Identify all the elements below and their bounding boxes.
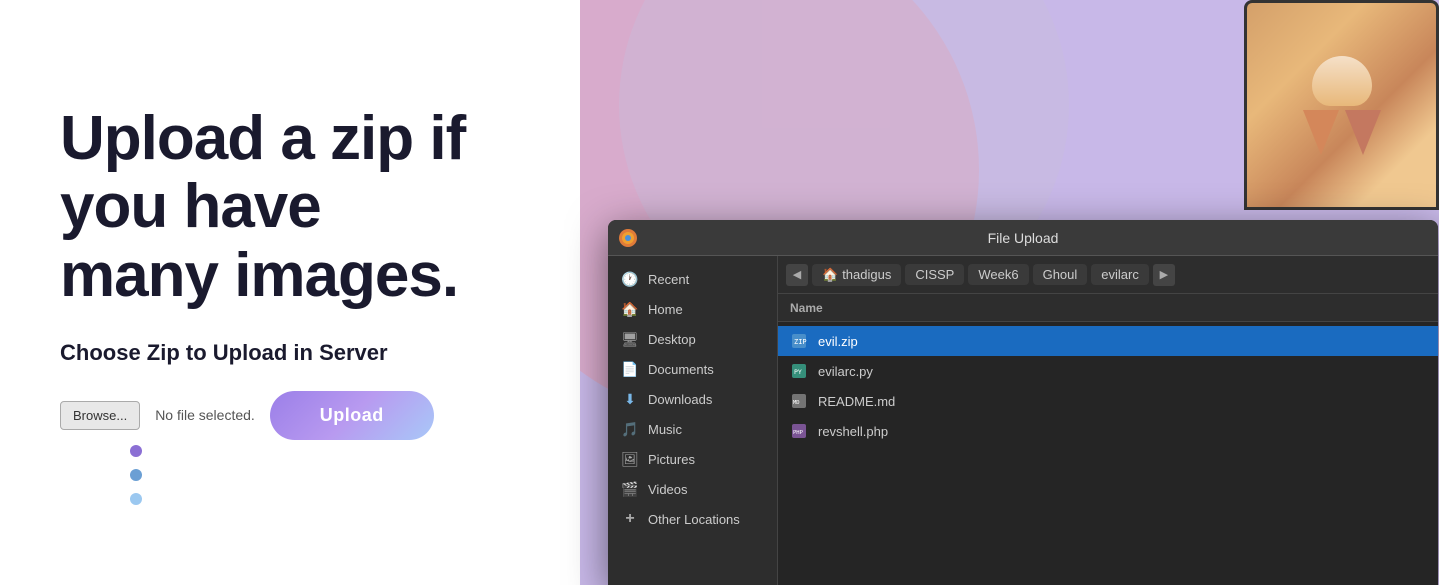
file-name-evil-zip: evil.zip [818,334,858,349]
sidebar-item-pictures[interactable]: 🖼 Pictures [608,444,777,474]
sidebar-label-recent: Recent [648,272,689,287]
other-icon: + [622,511,638,527]
dialog-sidebar: 🕐 Recent 🏠 Home 🖥 Desktop 📄 Documents ⬇ … [608,256,778,585]
py-file-icon: PY [790,362,808,380]
breadcrumb-forward-button[interactable]: ▶ [1153,264,1175,286]
file-name-readme-md: README.md [818,394,895,409]
decorative-dots [130,445,142,505]
breadcrumb-cissp[interactable]: CISSP [905,264,964,285]
sidebar-label-downloads: Downloads [648,392,712,407]
breadcrumb-week6[interactable]: Week6 [968,264,1028,285]
svg-text:MD: MD [793,400,800,406]
svg-text:PHP: PHP [793,430,804,436]
file-name-revshell-php: revshell.php [818,424,888,439]
sidebar-item-other[interactable]: + Other Locations [608,504,777,534]
dialog-main: ◀ 🏠 thadigus CISSP Week6 Ghoul evilarc ▶ [778,256,1438,585]
breadcrumb-back-button[interactable]: ◀ [786,264,808,286]
left-content-area: Upload a zip if you have many images. Ch… [0,0,580,585]
breadcrumb-evilarc-label: evilarc [1101,267,1139,282]
upload-button[interactable]: Upload [270,391,434,440]
pictures-icon: 🖼 [622,451,638,467]
dot-3 [130,493,142,505]
file-row-evilarc-py[interactable]: PY evilarc.py [778,356,1438,386]
desktop-icon: 🖥 [622,331,638,347]
sidebar-label-videos: Videos [648,482,688,497]
dialog-body: 🕐 Recent 🏠 Home 🖥 Desktop 📄 Documents ⬇ … [608,256,1438,585]
file-row-revshell-php[interactable]: PHP revshell.php [778,416,1438,446]
music-icon: 🎵 [622,421,638,437]
svg-text:ZIP: ZIP [794,338,807,346]
sidebar-item-downloads[interactable]: ⬇ Downloads [608,384,777,414]
sidebar-item-music[interactable]: 🎵 Music [608,414,777,444]
breadcrumb-thadigus-label: thadigus [842,267,891,282]
videos-icon: 🎬 [622,481,638,497]
laptop-illustration [1219,0,1439,230]
downloads-icon: ⬇ [622,391,638,407]
file-row-evil-zip[interactable]: ZIP evil.zip [778,326,1438,356]
breadcrumb-week6-label: Week6 [978,267,1018,282]
file-column-header: Name [778,294,1438,322]
main-heading: Upload a zip if you have many images. [60,105,520,310]
documents-icon: 📄 [622,361,638,377]
sidebar-item-documents[interactable]: 📄 Documents [608,354,777,384]
file-name-evilarc-py: evilarc.py [818,364,873,379]
browse-button[interactable]: Browse... [60,401,140,430]
breadcrumb-cissp-label: CISSP [915,267,954,282]
sidebar-item-desktop[interactable]: 🖥 Desktop [608,324,777,354]
dialog-titlebar: File Upload [608,220,1438,256]
md-file-icon: MD [790,392,808,410]
zip-file-icon: ZIP [790,332,808,350]
upload-controls: Browse... No file selected. Upload [60,391,520,440]
firefox-icon [618,228,638,248]
home-breadcrumb-icon: 🏠 [822,267,838,283]
file-row-readme-md[interactable]: MD README.md [778,386,1438,416]
sidebar-item-recent[interactable]: 🕐 Recent [608,264,777,294]
recent-icon: 🕐 [622,271,638,287]
sidebar-label-desktop: Desktop [648,332,696,347]
dot-1 [130,445,142,457]
breadcrumb-ghoul-label: Ghoul [1043,267,1078,282]
sidebar-item-home[interactable]: 🏠 Home [608,294,777,324]
sidebar-label-music: Music [648,422,682,437]
sidebar-label-home: Home [648,302,683,317]
no-file-label: No file selected. [155,407,255,423]
dot-2 [130,469,142,481]
breadcrumb-thadigus[interactable]: 🏠 thadigus [812,264,901,286]
name-column-label: Name [790,301,823,315]
breadcrumb-ghoul[interactable]: Ghoul [1033,264,1088,285]
file-list: ZIP evil.zip PY evilarc.py [778,322,1438,585]
sub-heading: Choose Zip to Upload in Server [60,340,520,366]
sidebar-label-other: Other Locations [648,512,740,527]
sidebar-item-videos[interactable]: 🎬 Videos [608,474,777,504]
php-file-icon: PHP [790,422,808,440]
home-icon: 🏠 [622,301,638,317]
dialog-title: File Upload [988,230,1059,246]
sidebar-label-pictures: Pictures [648,452,695,467]
file-upload-dialog: File Upload 🕐 Recent 🏠 Home 🖥 Desktop 📄 … [608,220,1438,585]
breadcrumb-evilarc[interactable]: evilarc [1091,264,1149,285]
sidebar-label-documents: Documents [648,362,714,377]
svg-text:PY: PY [794,368,802,376]
breadcrumb-bar: ◀ 🏠 thadigus CISSP Week6 Ghoul evilarc ▶ [778,256,1438,294]
